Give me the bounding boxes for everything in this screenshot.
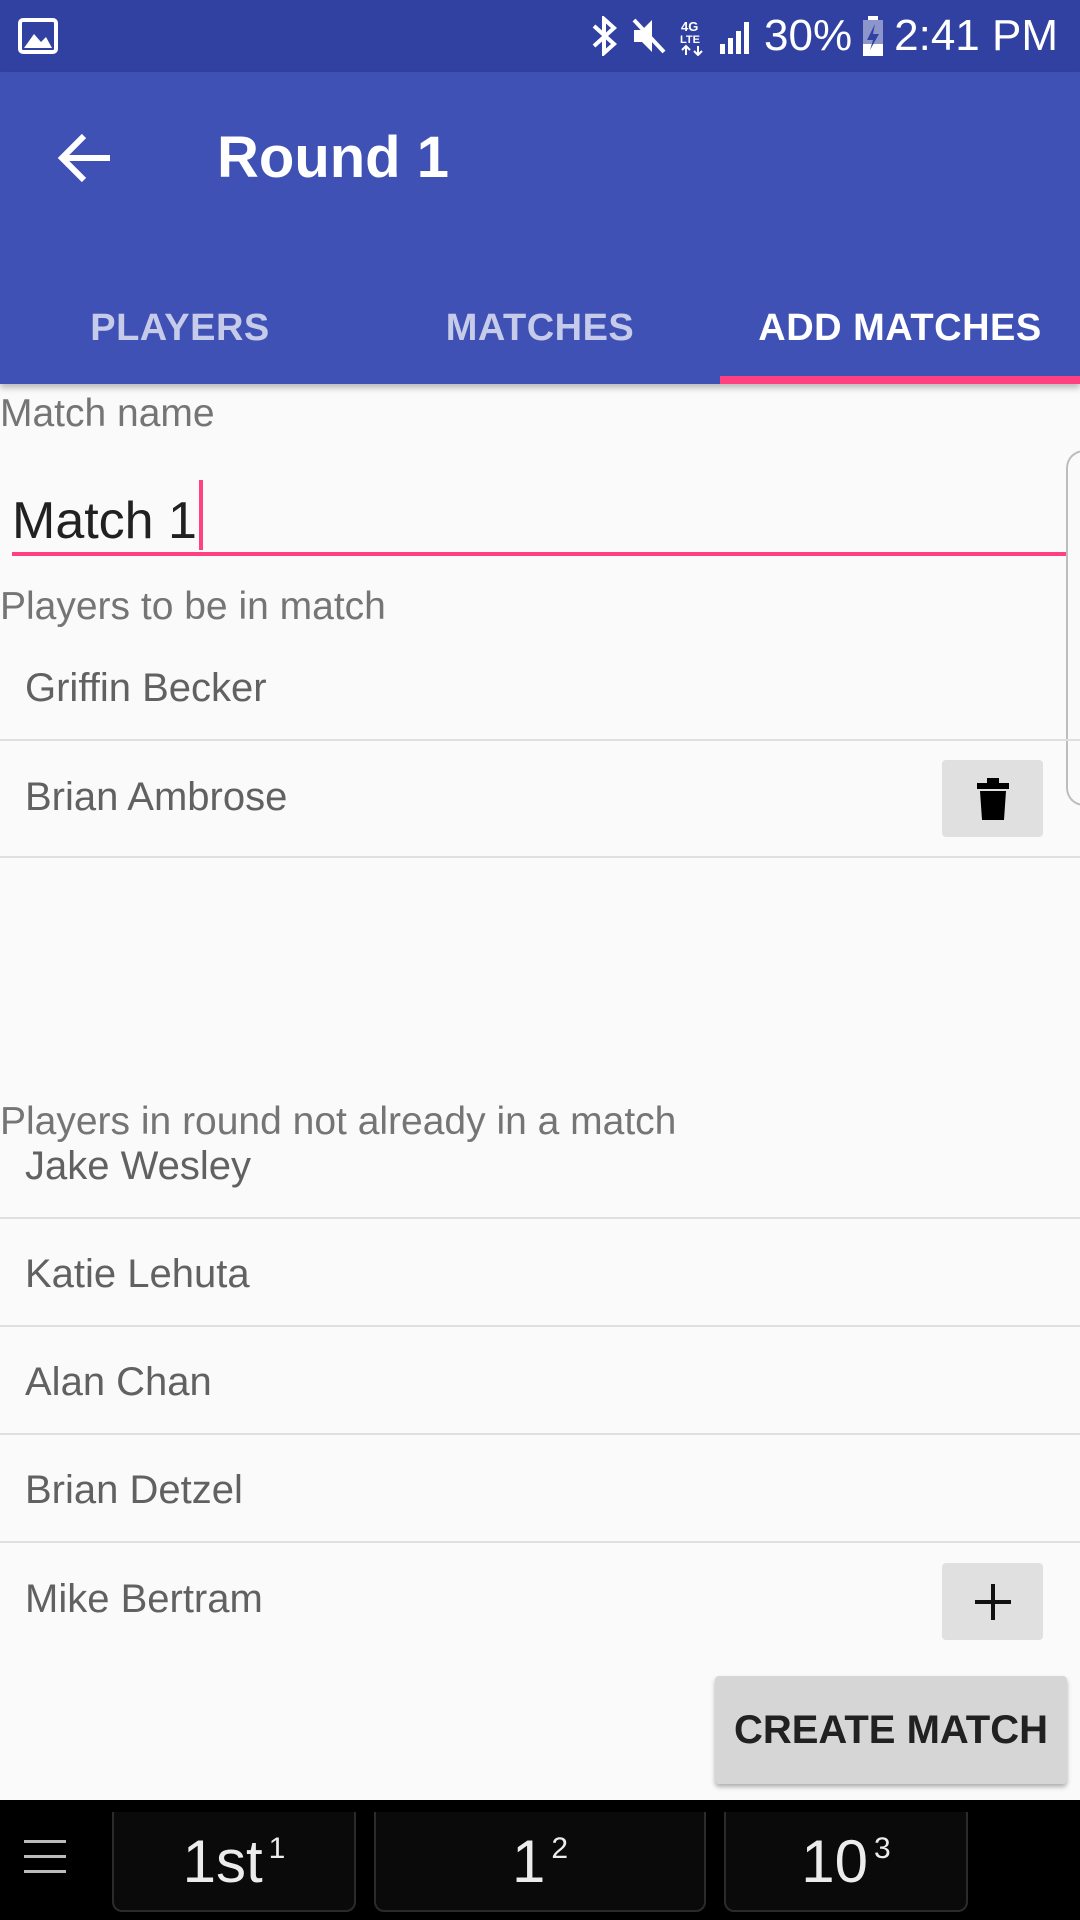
signal-icon xyxy=(718,18,754,54)
app-bar: Round 1 PLAYERS MATCHES ADD MATCHES xyxy=(0,72,1080,384)
suggestion-text: 1 xyxy=(511,1827,546,1895)
image-icon xyxy=(18,18,58,59)
list-item[interactable]: Katie Lehuta xyxy=(0,1219,1080,1327)
battery-charging-icon xyxy=(862,16,884,56)
menu-icon[interactable] xyxy=(24,1838,66,1881)
create-match-button[interactable]: CREATE MATCH xyxy=(715,1676,1067,1784)
svg-text:4G: 4G xyxy=(681,19,698,34)
players-in-match-label: Players to be in match xyxy=(0,585,386,628)
4g-lte-icon: 4G LTE xyxy=(678,16,708,56)
keyboard-suggestion-bar: 1st 1 12 10 3 xyxy=(0,1800,1080,1920)
player-name: Brian Detzel xyxy=(25,1468,243,1512)
page-title: Round 1 xyxy=(217,125,449,190)
tab-add-matches[interactable]: ADD MATCHES xyxy=(720,272,1080,384)
add-player-button[interactable] xyxy=(942,1563,1043,1640)
suggestion-index: 2 xyxy=(551,1832,569,1865)
suggestion-text: 10 xyxy=(801,1827,869,1895)
tab-players[interactable]: PLAYERS xyxy=(0,272,360,384)
player-name: Brian Ambrose xyxy=(25,775,288,819)
suggestion-3[interactable]: 10 3 xyxy=(724,1812,968,1912)
available-players-label: Players in round not already in a match xyxy=(0,1100,677,1143)
player-name: Griffin Becker xyxy=(25,666,267,710)
suggestion-1[interactable]: 1st 1 xyxy=(112,1812,356,1912)
bluetooth-icon xyxy=(590,16,620,56)
suggestion-2[interactable]: 12 xyxy=(374,1812,706,1912)
match-name-label: Match name xyxy=(0,392,215,435)
svg-text:LTE: LTE xyxy=(680,34,700,46)
list-item[interactable]: Griffin Becker xyxy=(0,634,1080,741)
list-item[interactable]: Brian Ambrose xyxy=(0,741,1080,858)
player-name: Jake Wesley xyxy=(25,1144,252,1188)
suggestion-index: 1 xyxy=(268,1832,286,1865)
back-arrow-icon[interactable] xyxy=(56,128,116,188)
suggestion-index: 3 xyxy=(874,1832,891,1865)
plus-icon xyxy=(974,1583,1011,1620)
list-item[interactable]: Alan Chan xyxy=(0,1327,1080,1435)
status-icons: 4G LTE 30% 2:41 PM xyxy=(590,0,1058,72)
clock: 2:41 PM xyxy=(894,11,1058,60)
player-name: Katie Lehuta xyxy=(25,1252,250,1296)
status-bar: 4G LTE 30% 2:41 PM xyxy=(0,0,1080,72)
player-name: Alan Chan xyxy=(25,1360,212,1404)
suggestion-text: 1st xyxy=(182,1827,263,1895)
text-cursor xyxy=(198,480,203,550)
battery-percent: 30% xyxy=(764,11,853,60)
match-name-value: Match 1 xyxy=(12,492,197,550)
tab-bar: PLAYERS MATCHES ADD MATCHES xyxy=(0,272,1080,384)
list-item[interactable]: Jake Wesley xyxy=(0,1140,1080,1219)
delete-player-button[interactable] xyxy=(942,760,1043,837)
match-name-input[interactable]: Match 1 xyxy=(12,470,1068,556)
list-item[interactable]: Brian Detzel xyxy=(0,1435,1080,1543)
tab-matches[interactable]: MATCHES xyxy=(360,272,720,384)
mute-icon xyxy=(630,16,668,56)
list-item[interactable]: Mike Bertram xyxy=(0,1543,1080,1661)
trash-icon xyxy=(976,777,1009,820)
player-name: Mike Bertram xyxy=(25,1577,263,1621)
